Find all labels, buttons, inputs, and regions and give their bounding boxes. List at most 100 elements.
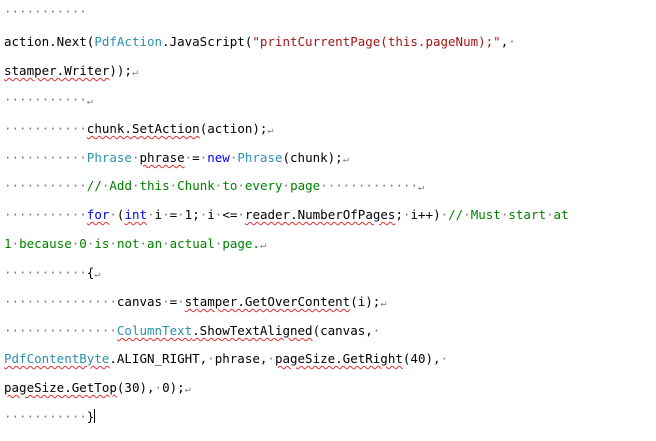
space-marks: ············· bbox=[320, 178, 419, 193]
code-token: .JavaScript( bbox=[162, 34, 253, 49]
code-token: = bbox=[169, 294, 178, 309]
space-marks: · bbox=[154, 380, 163, 395]
comment-token: at bbox=[553, 207, 569, 222]
space-marks: · bbox=[282, 178, 291, 193]
comment-token: page. bbox=[222, 236, 260, 251]
code-token: i++) bbox=[410, 207, 441, 222]
space-marks: · bbox=[109, 207, 117, 222]
space-marks: ··········· bbox=[4, 4, 87, 19]
code-token: reader.NumberOfPages bbox=[244, 207, 396, 222]
space-marks: · bbox=[372, 323, 381, 338]
comment-token: Add bbox=[109, 178, 132, 193]
code-token: } bbox=[86, 409, 95, 424]
space-marks: ··········· bbox=[4, 150, 87, 165]
paragraph-mark-icon: ↵ bbox=[94, 269, 101, 280]
space-marks: ··········· bbox=[4, 121, 87, 136]
code-token: (40), bbox=[402, 351, 441, 366]
code-token: phrase, bbox=[214, 351, 268, 366]
code-token: phrase bbox=[139, 150, 185, 165]
space-marks: · bbox=[207, 351, 215, 366]
code-token: (i); bbox=[350, 294, 381, 309]
comment-token: this bbox=[139, 178, 170, 193]
space-marks: ··············· bbox=[4, 323, 117, 338]
paragraph-mark-icon: ↵ bbox=[418, 182, 425, 193]
paragraph-mark-icon: ↵ bbox=[267, 125, 274, 136]
keyword-token: int bbox=[124, 207, 148, 222]
comment-token: to bbox=[222, 178, 238, 193]
code-line-10: ···········{↵ bbox=[4, 264, 100, 282]
code-token: 0); bbox=[162, 380, 185, 395]
text-cursor[interactable] bbox=[94, 409, 96, 423]
code-token: i bbox=[207, 207, 215, 222]
document-page[interactable]: ··········· action.Next(PdfAction.JavaSc… bbox=[0, 0, 656, 441]
space-marks: · bbox=[139, 236, 148, 251]
space-marks: · bbox=[440, 207, 449, 222]
space-marks: · bbox=[440, 351, 449, 366]
comment-token: is bbox=[94, 236, 110, 251]
code-line-8: ···········for·(int·i·=·1;·i·<=·reader.N… bbox=[4, 206, 569, 224]
space-marks: · bbox=[267, 351, 275, 366]
comment-token: an bbox=[147, 236, 163, 251]
space-marks: · bbox=[162, 236, 170, 251]
space-marks: ··············· bbox=[4, 294, 117, 309]
comment-token: // bbox=[448, 207, 464, 222]
type-name-token: Phrase bbox=[86, 150, 132, 165]
code-token: 1; bbox=[184, 207, 200, 222]
space-marks: · bbox=[177, 207, 185, 222]
space-marks: · bbox=[463, 207, 471, 222]
code-line-4: ···········↵ bbox=[4, 91, 93, 109]
space-marks: · bbox=[237, 178, 245, 193]
code-line-1: ··········· bbox=[4, 3, 87, 21]
comment-token: // bbox=[86, 178, 102, 193]
code-line-7: ···········//·Add·this·Chunk·to·every·pa… bbox=[4, 177, 424, 195]
space-marks: ··········· bbox=[4, 265, 87, 280]
code-line-12: ···············ColumnText.ShowTextAligne… bbox=[4, 322, 380, 340]
code-line-11: ···············canvas·=·stamper.GetOverC… bbox=[4, 293, 386, 311]
code-token: ; bbox=[395, 207, 403, 222]
keyword-token: new bbox=[207, 150, 230, 165]
code-line-14: pageSize.GetTop(30),·0);↵ bbox=[4, 379, 191, 397]
space-marks: · bbox=[147, 207, 155, 222]
space-marks: ··········· bbox=[4, 207, 87, 222]
space-marks: · bbox=[546, 207, 554, 222]
paragraph-mark-icon: ↵ bbox=[259, 240, 266, 251]
type-name-token: ColumnText bbox=[116, 323, 193, 338]
space-marks: · bbox=[131, 178, 140, 193]
comment-token: start bbox=[508, 207, 547, 222]
type-name-token: PdfAction bbox=[94, 34, 163, 49]
space-marks: · bbox=[169, 178, 178, 193]
comment-token: 1 bbox=[4, 236, 12, 251]
code-line-5: ···········chunk.SetAction(action);↵ bbox=[4, 120, 273, 138]
space-marks: · bbox=[177, 294, 185, 309]
paragraph-mark-icon: ↵ bbox=[342, 154, 349, 165]
space-marks: · bbox=[237, 207, 245, 222]
type-name-token: Phrase bbox=[237, 150, 283, 165]
paragraph-mark-icon: ↵ bbox=[131, 67, 138, 78]
space-marks: · bbox=[508, 34, 516, 49]
code-token: = bbox=[192, 150, 200, 165]
type-name-token: PdfContentByte bbox=[4, 351, 110, 366]
code-token: (canvas, bbox=[312, 323, 373, 338]
space-marks: · bbox=[402, 207, 411, 222]
code-token: (action); bbox=[199, 121, 268, 136]
paragraph-mark-icon: ↵ bbox=[86, 96, 93, 107]
code-line-15: ···········} bbox=[4, 408, 96, 426]
comment-token: every bbox=[244, 178, 283, 193]
space-marks: · bbox=[162, 207, 170, 222]
space-marks: ··········· bbox=[4, 409, 87, 424]
comment-token: Must bbox=[470, 207, 501, 222]
code-line-6: ···········Phrase·phrase·=·new·Phrase(ch… bbox=[4, 149, 349, 167]
comment-token: not bbox=[116, 236, 140, 251]
code-token: (chunk); bbox=[282, 150, 343, 165]
space-marks: · bbox=[11, 236, 20, 251]
code-token: i bbox=[154, 207, 163, 222]
comment-token: 0 bbox=[79, 236, 87, 251]
comment-token: Chunk bbox=[177, 178, 215, 193]
code-token: .ShowTextAligned bbox=[192, 323, 313, 338]
code-token: chunk.SetAction bbox=[86, 121, 200, 136]
code-token: canvas bbox=[116, 294, 163, 309]
code-token: pageSize.GetTop bbox=[4, 380, 117, 395]
space-marks: ··········· bbox=[4, 178, 87, 193]
code-token: .ALIGN_RIGHT, bbox=[109, 351, 208, 366]
code-line-9: 1·because·0·is·not·an·actual·page.↵ bbox=[4, 235, 266, 253]
